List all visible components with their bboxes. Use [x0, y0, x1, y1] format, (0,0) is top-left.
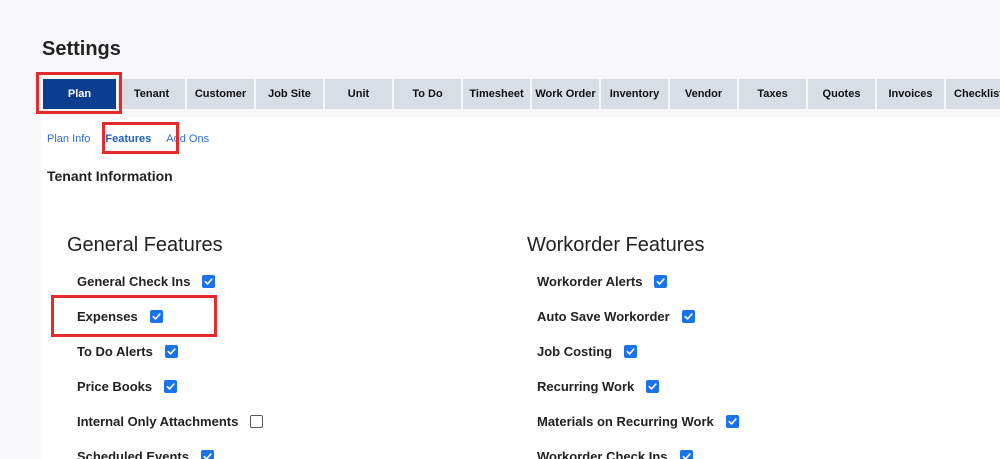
tab-plan[interactable]: Plan — [43, 79, 116, 109]
feature-row-job-costing: Job Costing — [537, 344, 638, 359]
feature-label: Internal Only Attachments — [77, 414, 239, 429]
tab-taxes[interactable]: Taxes — [739, 79, 806, 109]
general-check-ins-checkbox[interactable] — [202, 275, 216, 288]
feature-row-auto-save-workorder: Auto Save Workorder — [537, 309, 695, 324]
feature-label: Workorder Check Ins — [537, 449, 668, 459]
feature-label: Recurring Work — [537, 379, 635, 394]
feature-row-workorder-alerts: Workorder Alerts — [537, 274, 668, 289]
subtab-plan-info[interactable]: Plan Info — [47, 133, 90, 145]
scheduled-events-checkbox[interactable] — [200, 450, 214, 459]
recurring-work-checkbox[interactable] — [646, 380, 660, 393]
workorder-alerts-checkbox[interactable] — [654, 275, 668, 288]
feature-label: To Do Alerts — [77, 344, 153, 359]
tab-inventory[interactable]: Inventory — [601, 79, 668, 109]
subtab-features[interactable]: Features — [105, 133, 151, 145]
feature-row-materials-on-recurring-work: Materials on Recurring Work — [537, 414, 739, 429]
feature-label: Expenses — [77, 309, 138, 324]
feature-row-workorder-check-ins: Workorder Check Ins — [537, 449, 693, 459]
subtabs: Plan Info Features Add Ons — [47, 133, 209, 145]
feature-label: Job Costing — [537, 344, 613, 359]
workorder-features-heading: Workorder Features — [527, 234, 705, 256]
workorder-check-ins-checkbox[interactable] — [679, 450, 693, 459]
feature-label: Auto Save Workorder — [537, 309, 670, 324]
expenses-checkbox[interactable] — [149, 310, 163, 323]
feature-row-price-books: Price Books — [77, 379, 178, 394]
internal-only-attachments-checkbox[interactable] — [250, 415, 264, 428]
page-title: Settings — [42, 38, 121, 60]
feature-row-to-do-alerts: To Do Alerts — [77, 344, 178, 359]
feature-row-scheduled-events: Scheduled Events — [77, 449, 214, 459]
tab-unit[interactable]: Unit — [325, 79, 392, 109]
feature-row-general-check-ins: General Check Ins — [77, 274, 216, 289]
price-books-checkbox[interactable] — [164, 380, 178, 393]
section-title: Tenant Information — [47, 168, 173, 184]
tab-checklists[interactable]: Checklists — [946, 79, 1000, 109]
tab-invoices[interactable]: Invoices — [877, 79, 944, 109]
tab-timesheet[interactable]: Timesheet — [463, 79, 530, 109]
feature-label: Price Books — [77, 379, 153, 394]
auto-save-workorder-checkbox[interactable] — [681, 310, 695, 323]
feature-label: Scheduled Events — [77, 449, 189, 459]
subtab-add-ons[interactable]: Add Ons — [166, 133, 209, 145]
tab-tenant[interactable]: Tenant — [118, 79, 185, 109]
feature-row-recurring-work: Recurring Work — [537, 379, 660, 394]
feature-row-expenses: Expenses — [77, 309, 163, 324]
settings-tabs: Plan Tenant Customer Job Site Unit To Do… — [43, 79, 1000, 109]
feature-label: Workorder Alerts — [537, 274, 643, 289]
job-costing-checkbox[interactable] — [624, 345, 638, 358]
tab-customer[interactable]: Customer — [187, 79, 254, 109]
to-do-alerts-checkbox[interactable] — [164, 345, 178, 358]
tab-vendor[interactable]: Vendor — [670, 79, 737, 109]
general-features-heading: General Features — [67, 234, 223, 256]
tab-work-order[interactable]: Work Order — [532, 79, 599, 109]
feature-label: General Check Ins — [77, 274, 191, 289]
tab-quotes[interactable]: Quotes — [808, 79, 875, 109]
feature-row-internal-only-attachments: Internal Only Attachments — [77, 414, 264, 429]
tab-job-site[interactable]: Job Site — [256, 79, 323, 109]
tab-to-do[interactable]: To Do — [394, 79, 461, 109]
feature-label: Materials on Recurring Work — [537, 414, 714, 429]
materials-on-recurring-work-checkbox[interactable] — [725, 415, 739, 428]
